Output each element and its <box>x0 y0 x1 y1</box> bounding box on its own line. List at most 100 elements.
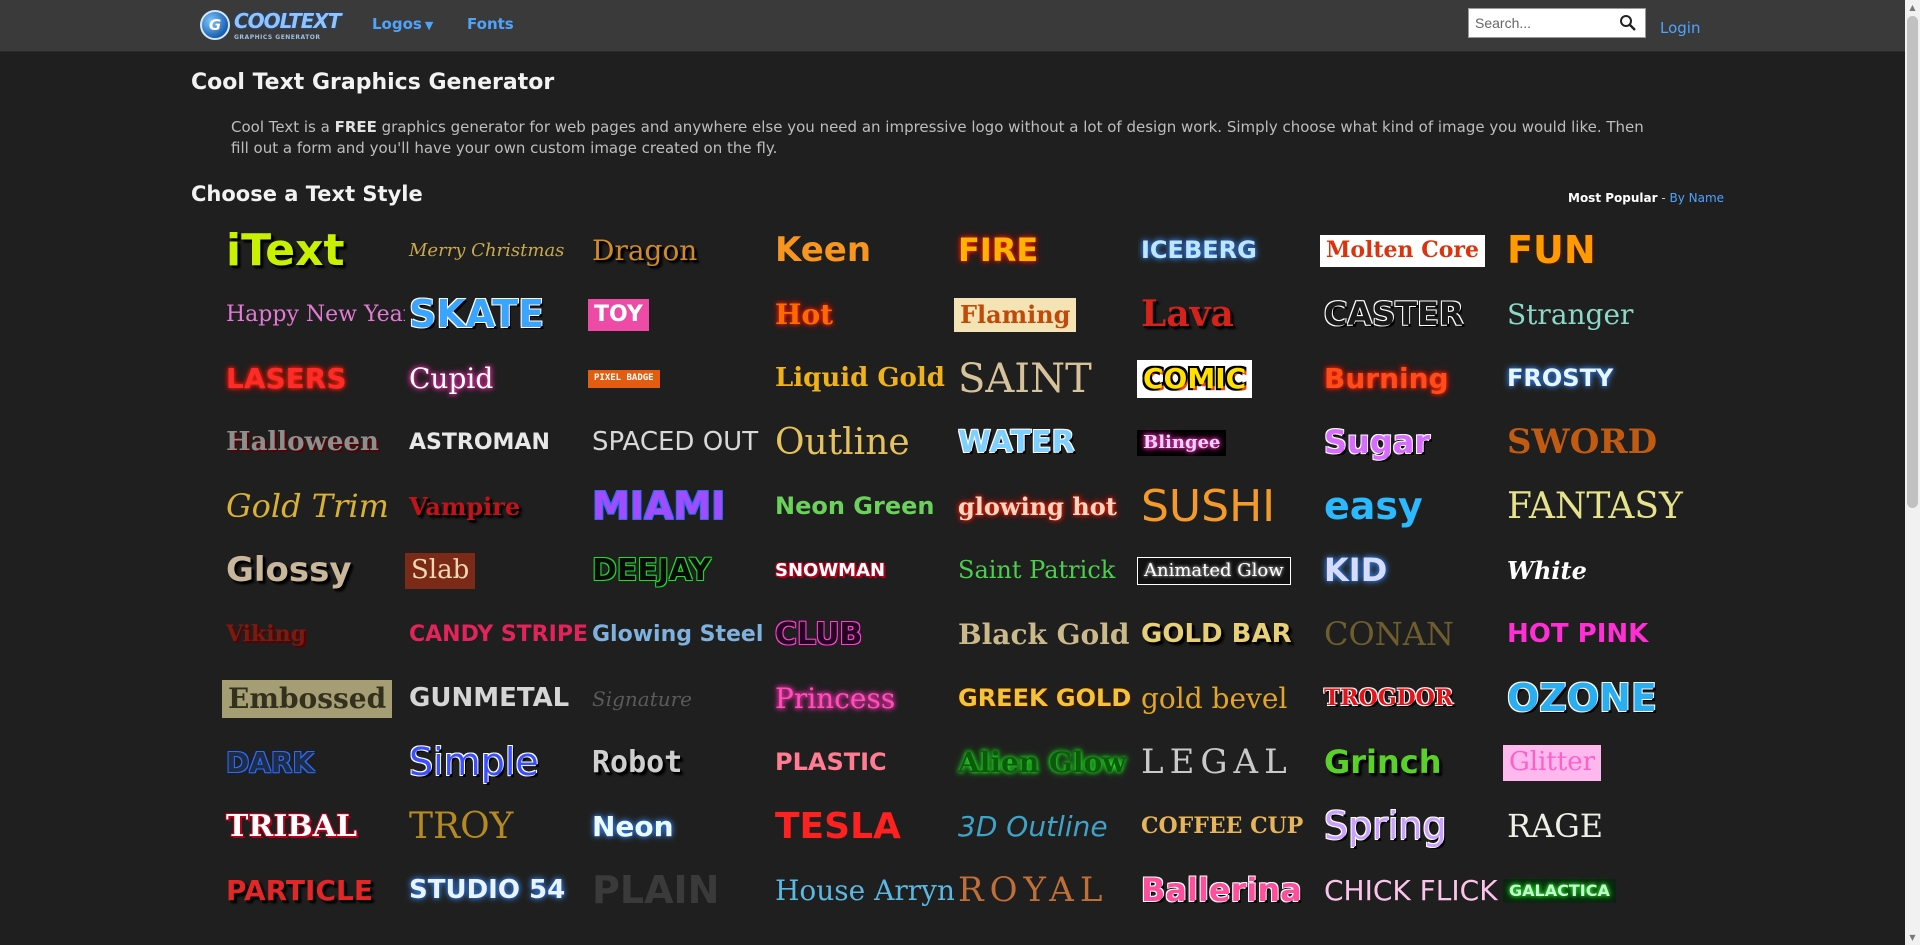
text-style-animated-glow[interactable]: Animated Glow <box>1137 539 1320 603</box>
login-link[interactable]: Login <box>1660 19 1700 37</box>
text-style-happy-new-year[interactable]: Happy New Year <box>222 283 405 347</box>
scroll-down-arrow-icon[interactable]: ▼ <box>1905 930 1920 945</box>
text-style-fun[interactable]: FUN <box>1503 219 1686 283</box>
text-style-rage[interactable]: RAGE <box>1503 795 1686 859</box>
nav-logos-menu[interactable]: Logos ▼ <box>372 15 433 33</box>
text-style-keen[interactable]: Keen <box>771 219 954 283</box>
text-style-stranger[interactable]: Stranger <box>1503 283 1686 347</box>
text-style-trogdor[interactable]: TROGDOR <box>1320 667 1503 731</box>
text-style-snowman[interactable]: SNOWMAN <box>771 539 954 603</box>
text-style-tribal[interactable]: TRIBAL <box>222 795 405 859</box>
text-style-embossed[interactable]: Embossed <box>222 667 405 731</box>
text-style-pixel-badge[interactable]: PIXEL BADGE <box>588 347 771 411</box>
text-style-dark[interactable]: DARK <box>222 731 405 795</box>
text-style-royal[interactable]: ROYAL <box>954 859 1137 923</box>
text-style-signature[interactable]: Signature <box>588 667 771 731</box>
text-style-dragon[interactable]: Dragon <box>588 219 771 283</box>
text-style-white[interactable]: White <box>1503 539 1686 603</box>
text-style-troy[interactable]: TROY <box>405 795 588 859</box>
text-style-spaced-out[interactable]: SPACED OUT <box>588 411 771 475</box>
text-style-miami[interactable]: MIAMI <box>588 475 771 539</box>
text-style-lasers[interactable]: LASERS <box>222 347 405 411</box>
text-style-flaming[interactable]: Flaming <box>954 283 1137 347</box>
text-style-hot[interactable]: Hot <box>771 283 954 347</box>
text-style-easy[interactable]: easy <box>1320 475 1503 539</box>
text-style-chick-flick[interactable]: CHICK FLICK <box>1320 859 1503 923</box>
text-style-toy[interactable]: TOY <box>588 283 771 347</box>
text-style-hot-pink[interactable]: HOT PINK <box>1503 603 1686 667</box>
text-style-gold-trim[interactable]: Gold Trim <box>222 475 405 539</box>
text-style-blingee[interactable]: Blingee <box>1137 411 1320 475</box>
text-style-candy-stripe[interactable]: CANDY STRIPE <box>405 603 588 667</box>
text-style-3d-outline[interactable]: 3D Outline <box>954 795 1137 859</box>
text-style-deejay[interactable]: DEEJAY <box>588 539 771 603</box>
text-style-gunmetal[interactable]: GUNMETAL <box>405 667 588 731</box>
text-style-particle[interactable]: PARTICLE <box>222 859 405 923</box>
text-style-saint-patrick[interactable]: Saint Patrick <box>954 539 1137 603</box>
text-style-halloween[interactable]: Halloween <box>222 411 405 475</box>
text-style-glitter[interactable]: Glitter <box>1503 731 1686 795</box>
text-style-tesla[interactable]: TESLA <box>771 795 954 859</box>
text-style-sword[interactable]: SWORD <box>1503 411 1686 475</box>
text-style-ozone[interactable]: OZONE <box>1503 667 1686 731</box>
text-style-lava[interactable]: Lava <box>1137 283 1320 347</box>
text-style-ballerina[interactable]: Ballerina <box>1137 859 1320 923</box>
text-style-slab[interactable]: Slab <box>405 539 588 603</box>
text-style-conan[interactable]: CONAN <box>1320 603 1503 667</box>
text-style-itext[interactable]: iText <box>222 219 405 283</box>
text-style-cupid[interactable]: Cupid <box>405 347 588 411</box>
text-style-merry-christmas[interactable]: Merry Christmas <box>405 219 588 283</box>
text-style-viking[interactable]: Viking <box>222 603 405 667</box>
search-input[interactable]: Search... <box>1475 15 1619 31</box>
text-style-robot[interactable]: Robot <box>588 731 771 795</box>
text-style-skate[interactable]: SKATE <box>405 283 588 347</box>
text-style-neon[interactable]: Neon <box>588 795 771 859</box>
text-style-burning[interactable]: Burning <box>1320 347 1503 411</box>
text-style-liquid-gold[interactable]: Liquid Gold <box>771 347 954 411</box>
sort-most-popular[interactable]: Most Popular <box>1568 191 1658 205</box>
text-style-kid[interactable]: KID <box>1320 539 1503 603</box>
nav-fonts-link[interactable]: Fonts <box>467 15 514 33</box>
text-style-sugar[interactable]: Sugar <box>1320 411 1503 475</box>
text-style-glowing-hot[interactable]: glowing hot <box>954 475 1137 539</box>
text-style-frosty[interactable]: FROSTY <box>1503 347 1686 411</box>
search-icon[interactable] <box>1619 14 1637 32</box>
text-style-sushi[interactable]: SUSHI <box>1137 475 1320 539</box>
text-style-alien-glow[interactable]: Alien Glow <box>954 731 1137 795</box>
text-style-princess[interactable]: Princess <box>771 667 954 731</box>
text-style-plain[interactable]: PLAIN <box>588 859 771 923</box>
text-style-simple[interactable]: Simple <box>405 731 588 795</box>
text-style-plastic[interactable]: PLASTIC <box>771 731 954 795</box>
search-box[interactable]: Search... <box>1468 8 1646 38</box>
scrollbar-thumb[interactable] <box>1907 16 1918 508</box>
text-style-astroman[interactable]: ASTROMAN <box>405 411 588 475</box>
text-style-studio-54[interactable]: STUDIO 54 <box>405 859 588 923</box>
text-style-iceberg[interactable]: ICEBERG <box>1137 219 1320 283</box>
text-style-greek-gold[interactable]: GREEK GOLD <box>954 667 1137 731</box>
text-style-house-arryn[interactable]: House Arryn <box>771 859 954 923</box>
text-style-molten-core[interactable]: Molten Core <box>1320 219 1503 283</box>
text-style-coffee-cup[interactable]: COFFEE CUP <box>1137 795 1320 859</box>
text-style-caster[interactable]: CASTER <box>1320 283 1503 347</box>
text-style-glowing-steel[interactable]: Glowing Steel <box>588 603 771 667</box>
text-style-galactica[interactable]: GALACTICA <box>1503 859 1686 923</box>
text-style-club[interactable]: CLUB <box>771 603 954 667</box>
text-style-legal[interactable]: LEGAL <box>1137 731 1320 795</box>
text-style-black-gold[interactable]: Black Gold <box>954 603 1137 667</box>
scroll-up-arrow-icon[interactable]: ▲ <box>1905 0 1920 15</box>
text-style-saint[interactable]: SAINT <box>954 347 1137 411</box>
text-style-comic[interactable]: COMIC <box>1137 347 1320 411</box>
cooltext-logo[interactable]: G COOLTEXT GRAPHICS GENERATOR <box>200 7 342 43</box>
page-scrollbar[interactable]: ▲ ▼ <box>1905 0 1920 945</box>
text-style-fire[interactable]: FIRE <box>954 219 1137 283</box>
text-style-outline[interactable]: Outline <box>771 411 954 475</box>
text-style-fantasy[interactable]: FANTASY <box>1503 475 1686 539</box>
text-style-spring[interactable]: Spring <box>1320 795 1503 859</box>
text-style-water[interactable]: WATER <box>954 411 1137 475</box>
text-style-gold-bar[interactable]: GOLD BAR <box>1137 603 1320 667</box>
sort-by-name-link[interactable]: By Name <box>1670 191 1725 205</box>
text-style-grinch[interactable]: Grinch <box>1320 731 1503 795</box>
text-style-gold-bevel[interactable]: gold bevel <box>1137 667 1320 731</box>
text-style-glossy[interactable]: Glossy <box>222 539 405 603</box>
text-style-neon-green[interactable]: Neon Green <box>771 475 954 539</box>
